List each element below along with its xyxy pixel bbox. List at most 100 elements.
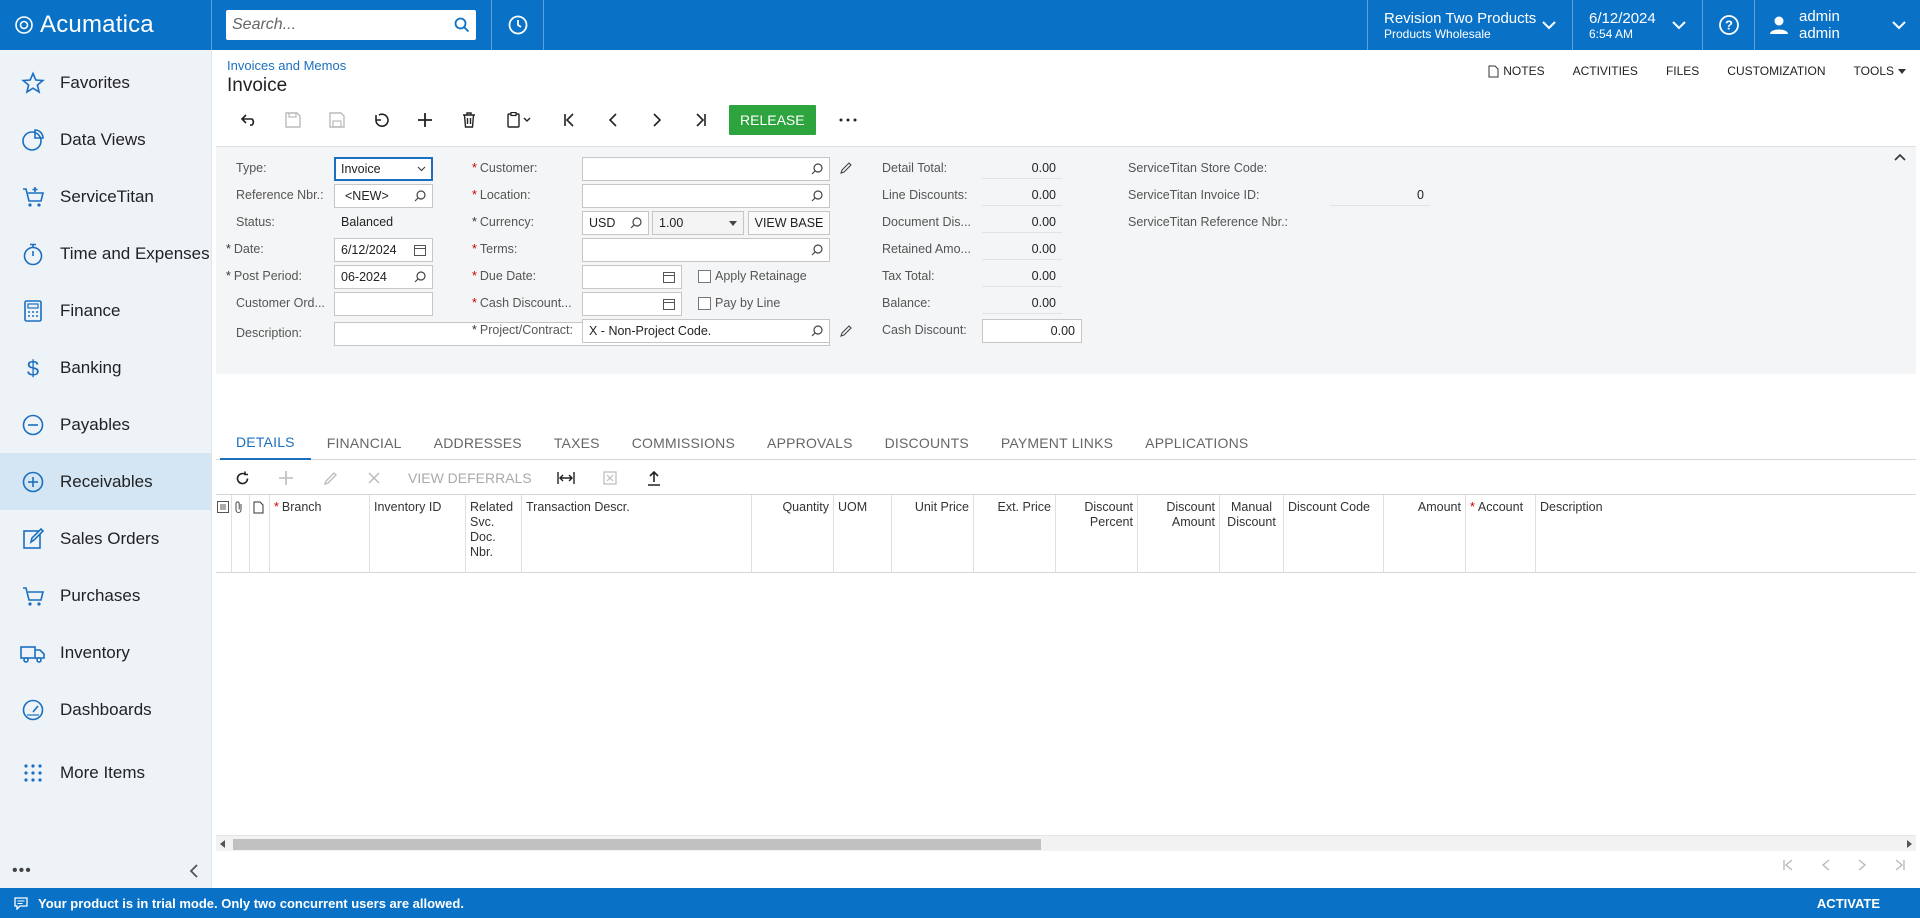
cancel-button[interactable] [359,104,403,136]
last-page-icon[interactable] [1894,859,1906,871]
search-icon[interactable] [811,190,823,202]
previous-record-button[interactable] [591,104,635,136]
tab-taxes[interactable]: TAXES [538,426,616,460]
apply-retainage-checkbox[interactable]: Apply Retainage [698,269,807,283]
cash-discount-date-field[interactable] [582,292,682,316]
column-header-quantity[interactable]: Quantity [752,495,834,572]
column-header-transaction-descr[interactable]: Transaction Descr. [522,495,752,572]
breadcrumb[interactable]: Invoices and Memos [227,58,346,73]
first-page-icon[interactable] [1782,859,1794,871]
column-header-description[interactable]: Description [1536,495,1616,572]
column-header-ext-price[interactable]: Ext. Price [974,495,1056,572]
history-button[interactable] [492,0,544,50]
more-actions-button[interactable] [826,104,870,136]
calendar-icon[interactable] [414,244,426,256]
sidebar-item-finance[interactable]: Finance [0,282,211,339]
add-row-button[interactable] [264,462,308,494]
activate-link[interactable]: ACTIVATE [1817,896,1920,911]
edit-pencil-icon[interactable] [840,325,852,337]
first-record-button[interactable] [547,104,591,136]
type-select[interactable]: Invoice [334,157,433,181]
business-date-selector[interactable]: 6/12/2024 6:54 AM [1572,0,1702,50]
scrollbar-thumb[interactable] [233,839,1041,850]
notes-link[interactable]: NOTES [1488,64,1545,78]
delete-row-button[interactable] [352,462,396,494]
files-link[interactable]: FILES [1666,64,1699,78]
more-dots-icon[interactable]: ••• [12,862,32,880]
column-header-discount-amount[interactable]: Discount Amount [1138,495,1220,572]
column-header-related-doc[interactable]: Related Svc. Doc. Nbr. [466,495,522,572]
view-deferrals-button[interactable]: VIEW DEFERRALS [396,462,544,494]
copy-paste-button[interactable] [491,104,547,136]
tab-commissions[interactable]: COMMISSIONS [616,426,751,460]
save-button[interactable] [315,104,359,136]
terms-field[interactable] [582,238,830,262]
search-input[interactable] [232,16,454,34]
export-excel-button[interactable] [588,462,632,494]
activities-link[interactable]: ACTIVITIES [1573,64,1638,78]
tab-discounts[interactable]: DISCOUNTS [869,426,985,460]
sidebar-item-favorites[interactable]: Favorites [0,54,211,111]
row-selector-column[interactable] [216,495,232,572]
reference-nbr-field[interactable]: <NEW> [334,184,433,208]
next-page-icon[interactable] [1858,859,1866,871]
sidebar-item-dashboards[interactable]: Dashboards [0,681,211,738]
search-icon[interactable] [811,244,823,256]
column-header-amount[interactable]: Amount [1384,495,1466,572]
location-field[interactable] [582,184,830,208]
tools-link[interactable]: TOOLS [1854,64,1906,78]
column-header-uom[interactable]: UOM [834,495,892,572]
customer-field[interactable] [582,157,830,181]
refresh-button[interactable] [220,462,264,494]
due-date-field[interactable] [582,265,682,289]
tab-details[interactable]: DETAILS [220,426,311,460]
search-icon[interactable] [454,17,470,33]
search-icon[interactable] [414,271,426,283]
logo[interactable]: Acumatica [0,0,212,50]
customer-order-field[interactable] [334,292,433,316]
sidebar-item-inventory[interactable]: Inventory [0,624,211,681]
attachment-column[interactable] [232,495,250,572]
date-field[interactable]: 6/12/2024 [334,238,433,262]
tab-applications[interactable]: APPLICATIONS [1129,426,1264,460]
cash-discount-field[interactable]: 0.00 [982,319,1082,343]
search-icon[interactable] [811,163,823,175]
scroll-left-icon[interactable] [220,840,226,848]
search-box[interactable] [226,10,476,40]
back-button[interactable] [227,104,271,136]
note-column[interactable] [250,495,270,572]
sidebar-item-purchases[interactable]: Purchases [0,567,211,624]
upload-button[interactable] [632,462,676,494]
column-header-inventory-id[interactable]: Inventory ID [370,495,466,572]
horizontal-scrollbar[interactable] [216,835,1916,851]
search-icon[interactable] [630,217,642,229]
calendar-icon[interactable] [663,271,675,283]
checkbox-box[interactable] [698,269,711,283]
tab-addresses[interactable]: ADDRESSES [418,426,538,460]
scroll-right-icon[interactable] [1906,840,1912,848]
search-icon[interactable] [811,325,823,337]
column-header-account[interactable]: * Account [1466,495,1536,572]
currency-rate-field[interactable]: 1.00 [652,211,744,235]
sidebar-item-payables[interactable]: Payables [0,396,211,453]
tab-payment-links[interactable]: PAYMENT LINKS [985,426,1129,460]
sidebar-item-receivables[interactable]: Receivables [0,453,211,510]
sidebar-item-banking[interactable]: $ Banking [0,339,211,396]
sidebar-item-data-views[interactable]: Data Views [0,111,211,168]
column-header-branch[interactable]: * Branch [270,495,370,572]
fit-columns-button[interactable] [544,462,588,494]
column-header-discount-code[interactable]: Discount Code [1284,495,1384,572]
add-new-button[interactable] [403,104,447,136]
currency-field[interactable]: USD [582,211,649,235]
edit-row-button[interactable] [308,462,352,494]
project-contract-field[interactable]: X - Non-Project Code. [582,319,830,343]
next-record-button[interactable] [635,104,679,136]
sidebar-item-more-items[interactable]: More Items [0,744,211,801]
help-button[interactable]: ? [1702,0,1754,50]
company-selector[interactable]: Revision Two Products Products Wholesale [1367,0,1572,50]
post-period-field[interactable]: 06-2024 [334,265,433,289]
checkbox-box[interactable] [698,296,711,310]
user-menu[interactable]: admin admin [1754,0,1920,50]
last-record-button[interactable] [679,104,723,136]
view-base-button[interactable]: VIEW BASE [748,211,830,235]
